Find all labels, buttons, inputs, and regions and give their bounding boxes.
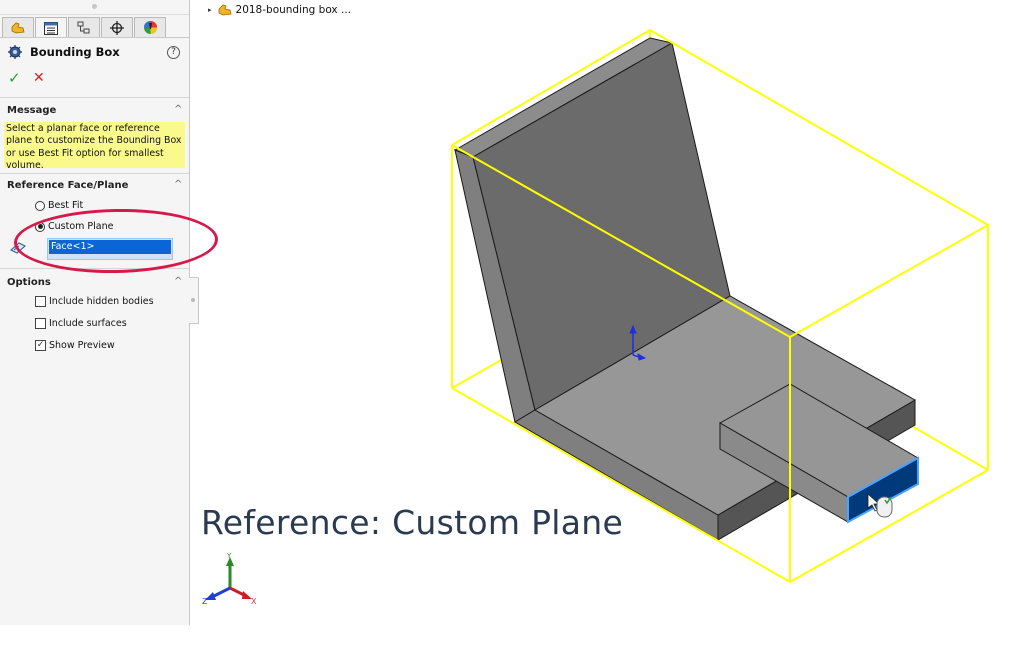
divider bbox=[0, 97, 189, 98]
cancel-button[interactable]: ✕ bbox=[33, 70, 45, 86]
triad-x-label: X bbox=[251, 597, 257, 606]
reference-section-title[interactable]: Reference Face/Plane bbox=[7, 180, 128, 191]
divider bbox=[0, 37, 189, 38]
featuremanager-tab[interactable] bbox=[2, 17, 34, 37]
feature-title-text: Bounding Box bbox=[30, 45, 120, 59]
triad-y-label: Y bbox=[226, 552, 232, 560]
include-surfaces-option[interactable]: Include surfaces bbox=[35, 318, 127, 329]
best-fit-label: Best Fit bbox=[48, 200, 84, 211]
display-manager-tab[interactable] bbox=[134, 17, 166, 37]
property-manager-panel: Bounding Box ? ✓ ✕ Message ^ Select a pl… bbox=[0, 0, 190, 625]
manager-tabs bbox=[2, 17, 167, 38]
message-text: Select a planar face or reference plane … bbox=[4, 122, 185, 171]
collapse-options-icon[interactable]: ^ bbox=[174, 276, 182, 287]
part-icon bbox=[11, 22, 25, 33]
divider bbox=[0, 173, 189, 174]
checkbox-unchecked[interactable] bbox=[35, 318, 46, 329]
message-section-title[interactable]: Message bbox=[7, 105, 56, 116]
ok-button[interactable]: ✓ bbox=[8, 70, 21, 86]
bounding-box-icon bbox=[8, 45, 22, 59]
crosshair-icon bbox=[110, 20, 124, 35]
caption-text: Reference: Custom Plane bbox=[201, 503, 624, 542]
best-fit-radio[interactable]: Best Fit bbox=[35, 200, 83, 211]
panel-grip-handle[interactable] bbox=[92, 4, 97, 9]
include-hidden-bodies-option[interactable]: Include hidden bodies bbox=[35, 296, 154, 307]
appearance-icon bbox=[143, 21, 157, 34]
collapse-reference-icon[interactable]: ^ bbox=[174, 179, 182, 190]
options-section-title[interactable]: Options bbox=[7, 277, 51, 288]
show-preview-option[interactable]: ✓ Show Preview bbox=[35, 340, 115, 351]
collapse-message-icon[interactable]: ^ bbox=[174, 104, 182, 115]
dimxpert-tab[interactable] bbox=[101, 17, 133, 37]
checkbox-checked[interactable]: ✓ bbox=[35, 340, 46, 351]
feature-title: Bounding Box bbox=[8, 45, 120, 59]
configuration-icon bbox=[77, 21, 90, 33]
radio-button[interactable] bbox=[35, 200, 45, 211]
propertymanager-tab[interactable] bbox=[35, 17, 67, 38]
divider bbox=[0, 14, 189, 15]
include-surfaces-label: Include surfaces bbox=[49, 318, 127, 329]
checkbox-unchecked[interactable] bbox=[35, 296, 46, 307]
property-list-icon bbox=[44, 21, 58, 35]
configurationmanager-tab[interactable] bbox=[68, 17, 100, 37]
include-hidden-bodies-label: Include hidden bodies bbox=[49, 296, 154, 307]
triad-z-label: Z bbox=[202, 597, 208, 606]
show-preview-label: Show Preview bbox=[49, 340, 115, 351]
help-icon[interactable]: ? bbox=[167, 46, 180, 59]
view-triad[interactable]: Y X Z bbox=[198, 552, 268, 608]
